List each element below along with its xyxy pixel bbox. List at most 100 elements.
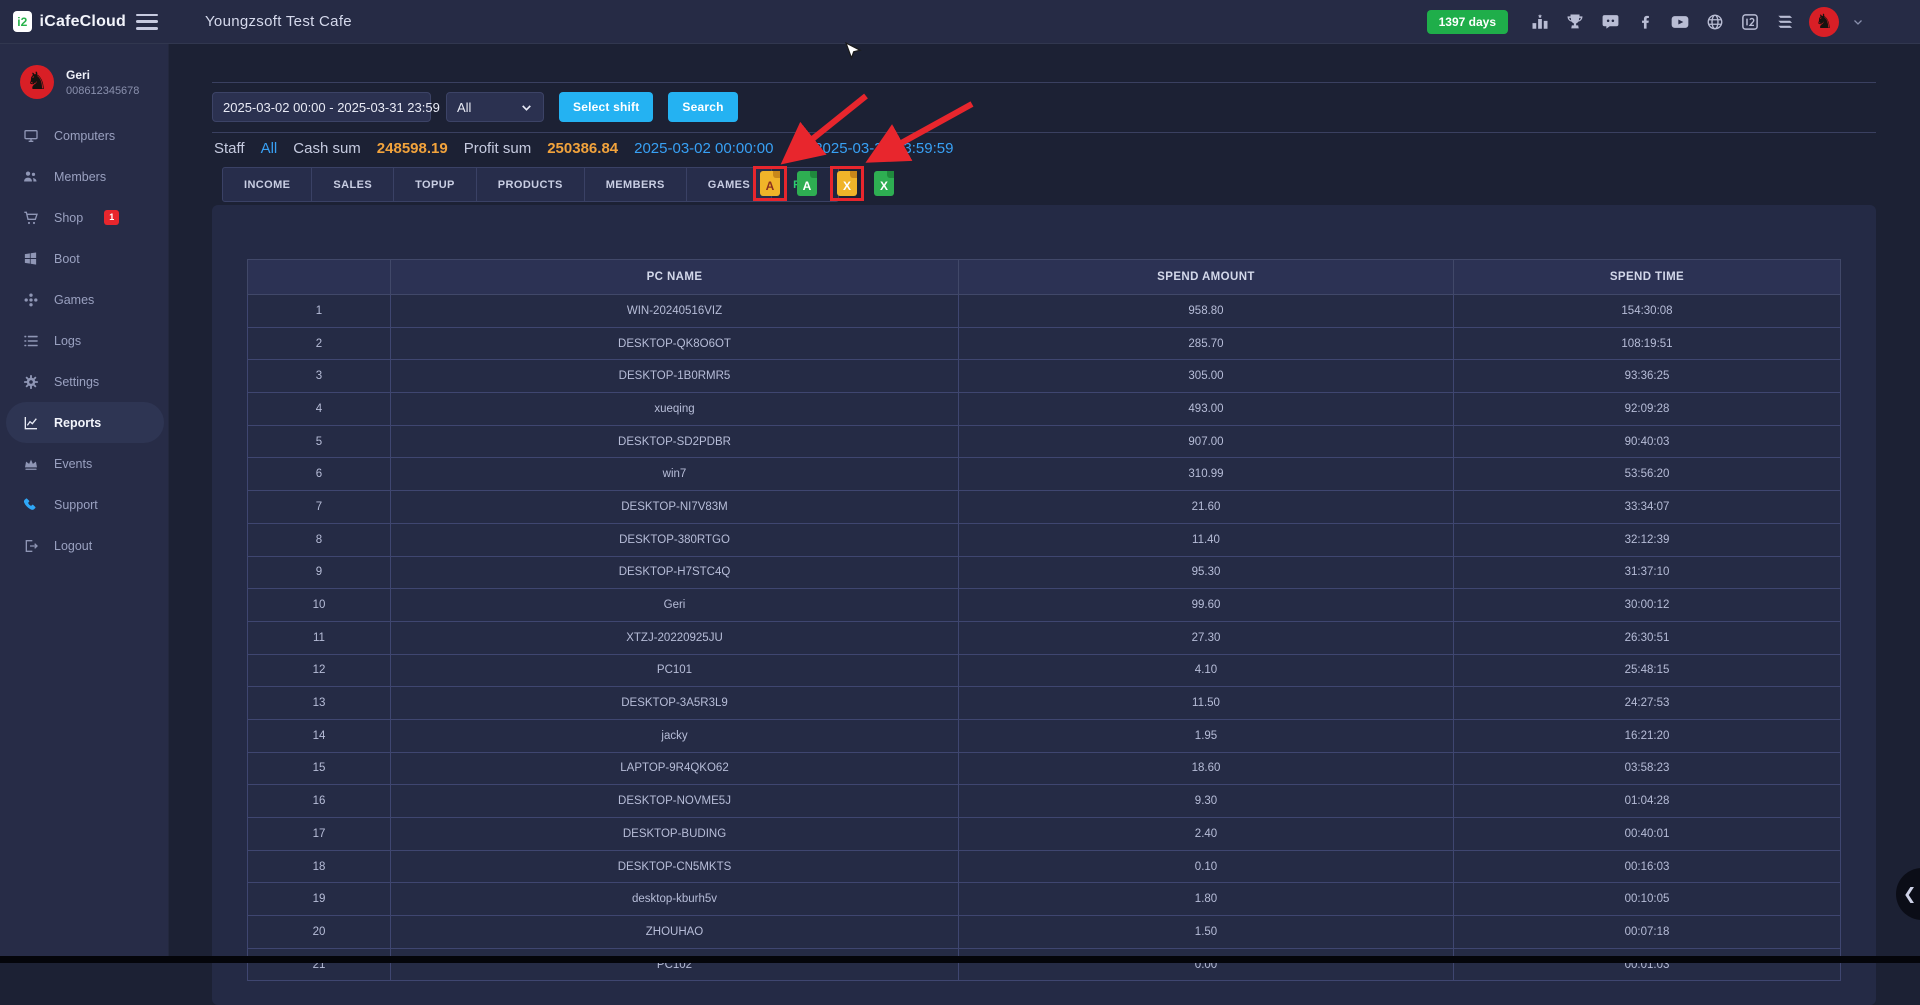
- sidebar-item-computers[interactable]: Computers: [0, 115, 164, 156]
- youtube-icon[interactable]: [1669, 11, 1691, 33]
- sidebar-item-shop[interactable]: Shop1: [0, 197, 164, 238]
- table-cell: 32:12:39: [1454, 523, 1841, 556]
- table-cell: Geri: [391, 589, 959, 622]
- table-cell: DESKTOP-1B0RMR5: [391, 360, 959, 393]
- sidebar-item-members[interactable]: Members: [0, 156, 164, 197]
- shift-filter-select[interactable]: All: [446, 92, 544, 122]
- table-cell: DESKTOP-SD2PDBR: [391, 425, 959, 458]
- report-panel: PC NAMESPEND AMOUNTSPEND TIME 1WIN-20240…: [212, 205, 1876, 1005]
- sidebar-item-games[interactable]: Games: [0, 279, 164, 320]
- tab-topup[interactable]: TOPUP: [394, 168, 477, 201]
- table-cell: 17: [248, 818, 391, 851]
- divider: [212, 132, 1876, 133]
- table-cell: 26:30:51: [1454, 621, 1841, 654]
- sidebar-item-support[interactable]: Support: [0, 484, 164, 525]
- table-row: 2DESKTOP-QK8O6OT285.70108:19:51: [248, 327, 1841, 360]
- icafecloud-logo-icon: i2: [13, 11, 32, 32]
- export-pdf-yellow-icon[interactable]: A: [753, 166, 787, 201]
- table-cell: DESKTOP-H7STC4Q: [391, 556, 959, 589]
- sidebar-item-label: Events: [54, 457, 92, 471]
- profit-sum-label: Profit sum: [464, 140, 532, 157]
- column-header-index: [248, 260, 391, 295]
- sidebar-item-settings[interactable]: Settings: [0, 361, 164, 402]
- sidebar-item-reports[interactable]: Reports: [6, 402, 164, 443]
- table-cell: 25:48:15: [1454, 654, 1841, 687]
- table-cell: 16:21:20: [1454, 719, 1841, 752]
- table-cell: 958.80: [959, 295, 1454, 328]
- table-cell: 1.95: [959, 719, 1454, 752]
- sidebar-item-logout[interactable]: Logout: [0, 525, 164, 566]
- app-brand-name: iCafeCloud: [40, 13, 126, 31]
- table-cell: 90:40:03: [1454, 425, 1841, 458]
- chart-icon: [22, 414, 39, 431]
- sidebar: ♞ Geri 008612345678 Computers MembersShop…: [0, 43, 169, 963]
- table-cell: 00:10:05: [1454, 883, 1841, 916]
- tab-members[interactable]: MEMBERS: [585, 168, 687, 201]
- table-row: 10Geri99.6030:00:12: [248, 589, 1841, 622]
- sidebar-item-logs[interactable]: Logs: [0, 320, 164, 361]
- discord-icon[interactable]: [1599, 11, 1621, 33]
- user-avatar[interactable]: ♞: [1809, 7, 1839, 37]
- report-tabs: INCOMESALESTOPUPPRODUCTSMEMBERSGAMESPCS: [222, 167, 839, 202]
- table-row: 18DESKTOP-CN5MKTS0.1000:16:03: [248, 850, 1841, 883]
- table-cell: 24:27:53: [1454, 687, 1841, 720]
- table-cell: PC102: [391, 948, 959, 981]
- table-cell: 154:30:08: [1454, 295, 1841, 328]
- table-cell: 13: [248, 687, 391, 720]
- sidebar-item-label: Boot: [54, 252, 80, 266]
- layers-icon[interactable]: [1774, 11, 1796, 33]
- column-header-spend-time: SPEND TIME: [1454, 260, 1841, 295]
- table-cell: DESKTOP-NI7V83M: [391, 491, 959, 524]
- facebook-icon[interactable]: [1634, 11, 1656, 33]
- export-pdf-green-icon[interactable]: A: [797, 171, 817, 196]
- cafe-title: Youngzsoft Test Cafe: [205, 13, 352, 30]
- column-header-spend-amount: SPEND AMOUNT: [959, 260, 1454, 295]
- sidebar-item-label: Logs: [54, 334, 81, 348]
- sidebar-user-card[interactable]: ♞ Geri 008612345678: [0, 43, 168, 99]
- table-row: 7DESKTOP-NI7V83M21.6033:34:07: [248, 491, 1841, 524]
- table-cell: 4.10: [959, 654, 1454, 687]
- table-cell: 19: [248, 883, 391, 916]
- tab-products[interactable]: PRODUCTS: [477, 168, 585, 201]
- table-row: 20ZHOUHAO1.5000:07:18: [248, 916, 1841, 949]
- table-row: 16DESKTOP-NOVME5J9.3001:04:28: [248, 785, 1841, 818]
- table-cell: 21.60: [959, 491, 1454, 524]
- date-range-input[interactable]: 2025-03-02 00:00 - 2025-03-31 23:59: [212, 92, 431, 122]
- sidebar-item-label: Computers: [54, 129, 115, 143]
- globe-icon[interactable]: [1704, 11, 1726, 33]
- icafecloud-icon[interactable]: [1739, 11, 1761, 33]
- table-cell: xueqing: [391, 393, 959, 426]
- license-days-badge[interactable]: 1397 days: [1427, 10, 1508, 34]
- search-button[interactable]: Search: [668, 92, 737, 122]
- table-row: 6win7310.9953:56:20: [248, 458, 1841, 491]
- user-name: Geri: [66, 68, 139, 82]
- export-excel-yellow-icon[interactable]: X: [830, 166, 864, 201]
- table-row: 9DESKTOP-H7STC4Q95.3031:37:10: [248, 556, 1841, 589]
- filter-row: 2025-03-02 00:00 - 2025-03-31 23:59 All …: [212, 92, 738, 122]
- table-row: 3DESKTOP-1B0RMR5305.0093:36:25: [248, 360, 1841, 393]
- tab-sales[interactable]: SALES: [312, 168, 394, 201]
- table-cell: ZHOUHAO: [391, 916, 959, 949]
- ranking-icon[interactable]: [1529, 11, 1551, 33]
- table-cell: 03:58:23: [1454, 752, 1841, 785]
- select-chevron-icon: [520, 101, 533, 114]
- table-cell: 9.30: [959, 785, 1454, 818]
- sidebar-item-events[interactable]: Events: [0, 443, 164, 484]
- chevron-down-icon[interactable]: [1852, 16, 1864, 28]
- tab-income[interactable]: INCOME: [223, 168, 312, 201]
- sidebar-item-boot[interactable]: Boot: [0, 238, 164, 279]
- staff-value[interactable]: All: [261, 140, 278, 157]
- table-cell: 21: [248, 948, 391, 981]
- crown-icon: [22, 455, 39, 472]
- app-logo[interactable]: i2 iCafeCloud: [0, 11, 126, 32]
- export-excel-green-icon[interactable]: X: [874, 171, 894, 196]
- select-shift-button[interactable]: Select shift: [559, 92, 653, 122]
- trophy-icon[interactable]: [1564, 11, 1586, 33]
- excel-file-icon: X: [874, 171, 894, 196]
- shift-filter-value: All: [457, 100, 471, 115]
- table-cell: 285.70: [959, 327, 1454, 360]
- monitor-icon: [22, 127, 39, 144]
- profit-sum-value: 250386.84: [547, 140, 618, 157]
- table-cell: jacky: [391, 719, 959, 752]
- menu-toggle-icon[interactable]: [136, 14, 158, 30]
